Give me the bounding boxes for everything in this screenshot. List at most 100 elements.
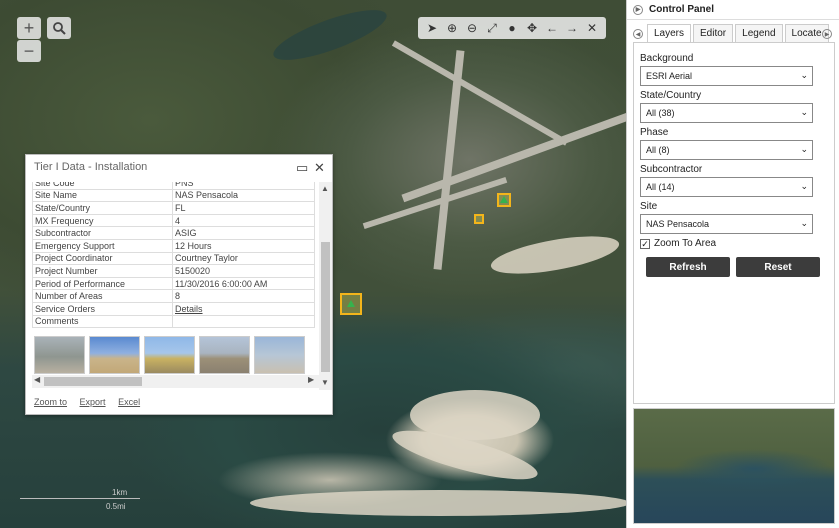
- table-row: Project Coordinator Courtney Taylor: [32, 251, 315, 266]
- panel-header[interactable]: ▶ Control Panel: [627, 0, 839, 20]
- export-link[interactable]: Export: [80, 397, 106, 407]
- search-button[interactable]: [47, 17, 71, 39]
- attribute-key: State/Country: [32, 201, 173, 215]
- photo-thumbnail[interactable]: [254, 336, 305, 375]
- scale-km: 1km: [112, 488, 128, 497]
- panel-buttons: Refresh Reset: [640, 257, 828, 277]
- beach: [250, 490, 626, 516]
- excel-link[interactable]: Excel: [118, 397, 140, 407]
- photo-thumbnail[interactable]: [34, 336, 85, 375]
- collapse-icon[interactable]: ▶: [633, 4, 643, 15]
- scroll-left-icon[interactable]: ◀: [34, 375, 40, 384]
- attribute-value: 11/30/2016 6:00:00 AM: [172, 276, 315, 291]
- attribute-value: 8: [172, 289, 315, 303]
- attribute-value: NAS Pensacola: [172, 188, 315, 203]
- chevron-down-icon: ⌄: [800, 70, 808, 80]
- attribute-key: Site Code: [32, 182, 173, 190]
- map-view[interactable]: + − ➤ ⊕ ⊖ ⤢ ● ✥ ← → ✕ Tier I Data - Inst…: [0, 0, 626, 528]
- attribute-value: 12 Hours: [172, 238, 315, 253]
- attribute-value: ASIG: [172, 226, 315, 240]
- scroll-right-icon[interactable]: ▶: [308, 375, 314, 384]
- maximize-icon[interactable]: ▭: [296, 160, 308, 176]
- panel-title: Control Panel: [649, 4, 715, 15]
- state-select[interactable]: All (38) ⌄: [640, 103, 813, 123]
- attribute-key: Emergency Support: [32, 238, 173, 253]
- table-row: Emergency Support 12 Hours: [32, 238, 315, 253]
- site-value: NAS Pensacola: [646, 219, 710, 229]
- full-extent-icon[interactable]: ⤢: [483, 19, 501, 37]
- attribute-value: [172, 314, 315, 329]
- details-link[interactable]: Details: [172, 301, 315, 316]
- zoom-in-button[interactable]: +: [17, 17, 41, 39]
- zoom-to-link[interactable]: Zoom to: [34, 397, 67, 407]
- scroll-up-icon[interactable]: ▲: [321, 184, 329, 193]
- tab-editor[interactable]: Editor: [693, 24, 734, 42]
- map-toolbar: ➤ ⊕ ⊖ ⤢ ● ✥ ← → ✕: [418, 17, 606, 39]
- table-row: Service Orders Details: [32, 301, 315, 316]
- chevron-down-icon: ⌄: [800, 181, 808, 191]
- phase-value: All (8): [646, 145, 670, 155]
- tab-legend[interactable]: Legend: [735, 24, 783, 42]
- table-row: Subcontractor ASIG: [32, 226, 315, 240]
- site-select[interactable]: NAS Pensacola ⌄: [640, 214, 813, 234]
- table-row: Period of Performance 11/30/2016 6:00:00 …: [32, 276, 315, 291]
- photo-thumbnail[interactable]: [144, 336, 195, 375]
- table-row: Site Name NAS Pensacola: [32, 188, 315, 203]
- attribute-key: Site Name: [32, 188, 173, 203]
- tab-left-icon[interactable]: ◀: [633, 29, 643, 39]
- layers-panel: Background ESRI Aerial ⌄ State/Country Al…: [633, 42, 835, 404]
- zoom-out-icon[interactable]: ⊖: [463, 19, 481, 37]
- globe-icon[interactable]: ●: [503, 19, 521, 37]
- tab-right-icon[interactable]: ▶: [822, 29, 832, 39]
- close-icon[interactable]: ✕: [314, 160, 325, 176]
- photo-thumbnail[interactable]: [199, 336, 250, 375]
- site-marker-selected[interactable]: [340, 293, 362, 315]
- attribute-value: FL: [172, 201, 315, 215]
- photo-thumbnail[interactable]: [89, 336, 140, 375]
- scroll-thumb[interactable]: [44, 377, 142, 386]
- phase-label: Phase: [640, 127, 669, 138]
- table-row: MX Frequency 4: [32, 213, 315, 228]
- shoreline: [488, 228, 622, 282]
- chevron-down-icon: ⌄: [800, 218, 808, 228]
- pan-icon[interactable]: ✥: [523, 19, 541, 37]
- zoom-in-icon[interactable]: ⊕: [443, 19, 461, 37]
- runway: [401, 105, 626, 203]
- reset-button[interactable]: Reset: [736, 257, 820, 277]
- site-label: Site: [640, 201, 658, 212]
- chevron-down-icon: ⌄: [800, 144, 808, 154]
- attribute-key: Service Orders: [32, 301, 173, 316]
- attribute-key: MX Frequency: [32, 213, 173, 228]
- zoom-out-button[interactable]: −: [17, 40, 41, 62]
- horizontal-scrollbar[interactable]: ◀ ▶: [32, 375, 320, 388]
- attribute-key: Project Number: [32, 264, 173, 278]
- site-marker[interactable]: [474, 214, 484, 224]
- scroll-down-icon[interactable]: ▼: [321, 378, 329, 387]
- chevron-down-icon: ⌄: [800, 107, 808, 117]
- subcontractor-label: Subcontractor: [640, 164, 703, 175]
- table-row: Site Code PNS: [32, 182, 315, 190]
- overview-map[interactable]: [633, 408, 835, 524]
- attribute-key: Period of Performance: [32, 276, 173, 291]
- control-panel: ▶ Control Panel ◀ Layers Editor Legend L…: [626, 0, 839, 528]
- popup-title: Tier I Data - Installation ▭ ✕: [26, 155, 332, 182]
- vertical-scrollbar[interactable]: ▲ ▼: [319, 182, 332, 390]
- table-row: Project Number 5150020: [32, 264, 315, 278]
- forward-icon[interactable]: →: [563, 19, 581, 37]
- subcontractor-value: All (14): [646, 182, 675, 192]
- scroll-thumb[interactable]: [321, 242, 330, 372]
- subcontractor-select[interactable]: All (14) ⌄: [640, 177, 813, 197]
- close-icon[interactable]: ✕: [583, 19, 601, 37]
- phase-select[interactable]: All (8) ⌄: [640, 140, 813, 160]
- background-label: Background: [640, 53, 694, 64]
- background-select[interactable]: ESRI Aerial ⌄: [640, 66, 813, 86]
- site-marker[interactable]: [497, 193, 511, 207]
- table-row: Number of Areas 8: [32, 289, 315, 303]
- attribute-value: PNS: [172, 182, 315, 190]
- refresh-button[interactable]: Refresh: [646, 257, 730, 277]
- attribute-value: 5150020: [172, 264, 315, 278]
- back-icon[interactable]: ←: [543, 19, 561, 37]
- tab-layers[interactable]: Layers: [647, 24, 692, 42]
- select-icon[interactable]: ➤: [423, 19, 441, 37]
- zoom-to-area-checkbox[interactable]: ✓: [640, 238, 650, 249]
